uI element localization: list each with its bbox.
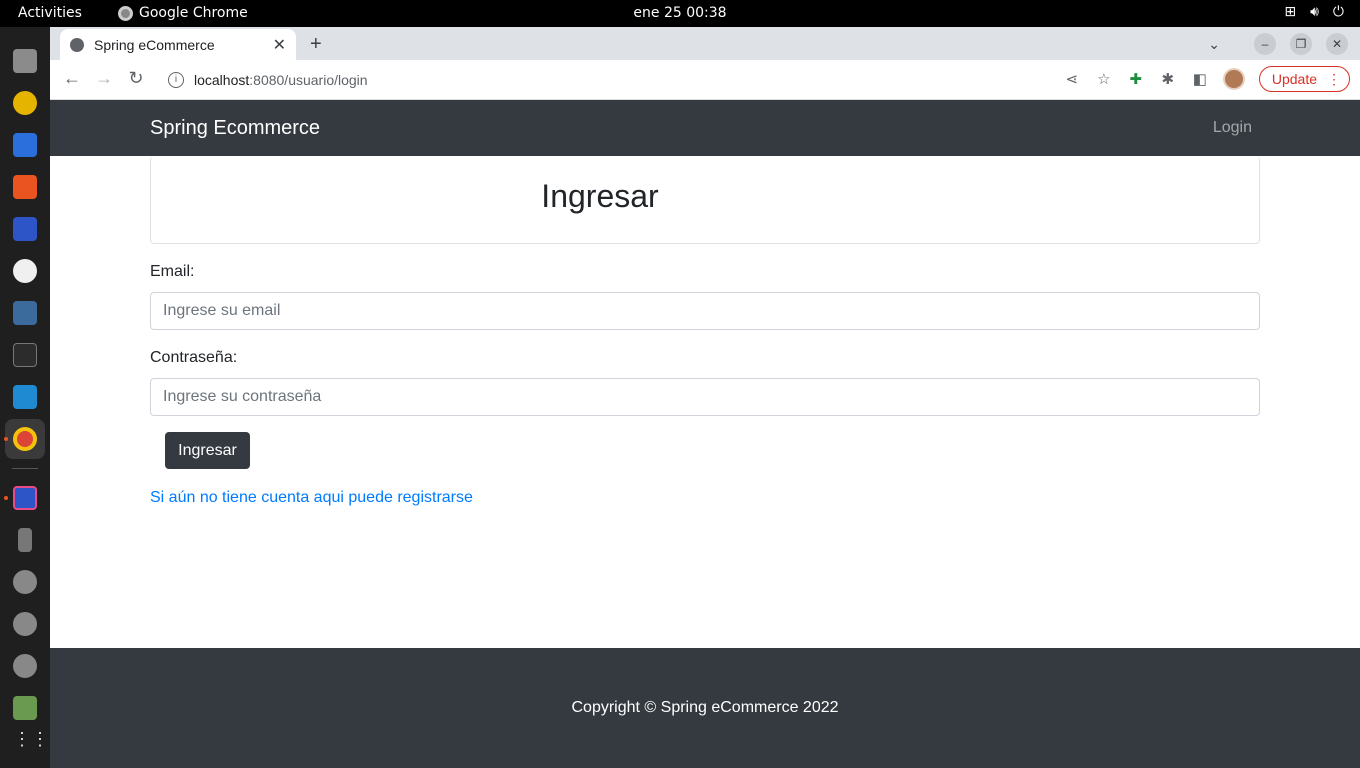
trash-icon[interactable] xyxy=(13,696,37,720)
power-icon: ⏻ xyxy=(1332,4,1344,20)
toolbar-actions: ⋖ ☆ ✚ ✱ ◧ Update ⋮ xyxy=(1063,66,1350,92)
register-link[interactable]: Si aún no tiene cuenta aqui puede regist… xyxy=(150,489,473,507)
reload-button[interactable]: ↻ xyxy=(124,68,148,89)
disk-icon[interactable] xyxy=(13,570,37,594)
extension-plus-icon[interactable]: ✚ xyxy=(1127,70,1145,88)
browser-toolbar: ← → ↻ i localhost :8080/usuario/login ⋖ … xyxy=(50,60,1360,100)
running-indicator xyxy=(4,437,8,441)
running-indicator xyxy=(4,496,8,500)
email-label: Email: xyxy=(150,263,195,280)
software-center-icon[interactable] xyxy=(13,175,37,199)
maximize-button[interactable]: ❐ xyxy=(1290,33,1312,55)
tab-active[interactable]: Spring eCommerce ✕ xyxy=(60,29,296,60)
side-panel-icon[interactable]: ◧ xyxy=(1191,70,1209,88)
chrome-dock-icon[interactable] xyxy=(13,427,37,451)
copyright-text: Copyright © Spring eCommerce 2022 xyxy=(571,699,839,716)
email-field[interactable] xyxy=(150,292,1260,330)
app-menu[interactable]: Google Chrome xyxy=(118,5,248,21)
network-icon: ⊞ xyxy=(1284,4,1297,20)
tab-strip: Spring eCommerce ✕ + ⌄ – ❐ ✕ xyxy=(50,27,1360,60)
web-page: Spring Ecommerce Login Ingresar Email: C… xyxy=(50,100,1360,768)
url-path: :8080/usuario/login xyxy=(249,72,368,88)
disk-icon[interactable] xyxy=(13,654,37,678)
page-title: Ingresar xyxy=(541,178,659,214)
extensions-puzzle-icon[interactable]: ✱ xyxy=(1159,70,1177,88)
back-button[interactable]: ← xyxy=(60,68,84,89)
profile-avatar[interactable] xyxy=(1222,68,1245,90)
window-controls: ⌄ – ❐ ✕ xyxy=(1208,33,1348,55)
password-field[interactable] xyxy=(150,378,1260,416)
show-apps-icon[interactable]: ⋮⋮⋮ xyxy=(13,729,67,753)
nav-login-link[interactable]: Login xyxy=(1213,119,1252,137)
share-icon[interactable]: ⋖ xyxy=(1063,70,1081,88)
site-navbar: Spring Ecommerce Login xyxy=(50,100,1360,156)
bookmark-star-icon[interactable]: ☆ xyxy=(1095,70,1113,88)
app-menu-label: Google Chrome xyxy=(139,5,248,21)
site-footer: Copyright © Spring eCommerce 2022 xyxy=(50,648,1360,768)
intellij-icon[interactable] xyxy=(13,217,37,241)
new-tab-button[interactable]: + xyxy=(310,33,322,56)
dock-separator xyxy=(12,468,38,469)
tab-title: Spring eCommerce xyxy=(94,36,215,53)
close-window-button[interactable]: ✕ xyxy=(1326,33,1348,55)
usb-icon[interactable] xyxy=(18,528,32,552)
site-info-icon[interactable]: i xyxy=(168,72,184,88)
chrome-icon xyxy=(118,5,133,21)
update-label: Update xyxy=(1271,71,1317,87)
globe-icon xyxy=(70,37,84,52)
url-host: localhost xyxy=(194,72,250,88)
tab-search-icon[interactable]: ⌄ xyxy=(1208,36,1220,53)
files-icon[interactable] xyxy=(13,49,37,73)
menu-kebab-icon: ⋮ xyxy=(1327,70,1341,87)
navbar-brand[interactable]: Spring Ecommerce xyxy=(150,117,320,140)
rhythmbox-icon[interactable] xyxy=(13,91,37,115)
intellij-running-icon[interactable] xyxy=(13,486,37,510)
writer-icon[interactable] xyxy=(13,133,37,157)
heading-box: Ingresar xyxy=(150,156,1260,244)
volume-icon: 🔊︎ xyxy=(1310,4,1319,20)
mysql-workbench-icon[interactable] xyxy=(13,301,37,325)
close-tab-icon[interactable]: ✕ xyxy=(273,35,286,55)
vscode-icon[interactable] xyxy=(13,385,37,409)
minimize-button[interactable]: – xyxy=(1254,33,1276,55)
system-tray[interactable]: ⊞ 🔊︎ ⏻ xyxy=(1284,4,1344,20)
login-submit-button[interactable]: Ingresar xyxy=(165,432,250,469)
disk-icon[interactable] xyxy=(13,612,37,636)
webstorm-icon[interactable] xyxy=(13,259,37,283)
activities-button[interactable]: Activities xyxy=(18,5,82,21)
password-label: Contraseña: xyxy=(150,349,238,366)
system-top-bar: Activities Google Chrome ene 25 00:38 ⊞ … xyxy=(0,0,1360,27)
dock: ⋮⋮⋮ xyxy=(0,27,67,768)
forward-button[interactable]: → xyxy=(92,68,116,89)
terminal-icon[interactable] xyxy=(13,343,37,367)
update-button[interactable]: Update ⋮ xyxy=(1258,66,1350,92)
